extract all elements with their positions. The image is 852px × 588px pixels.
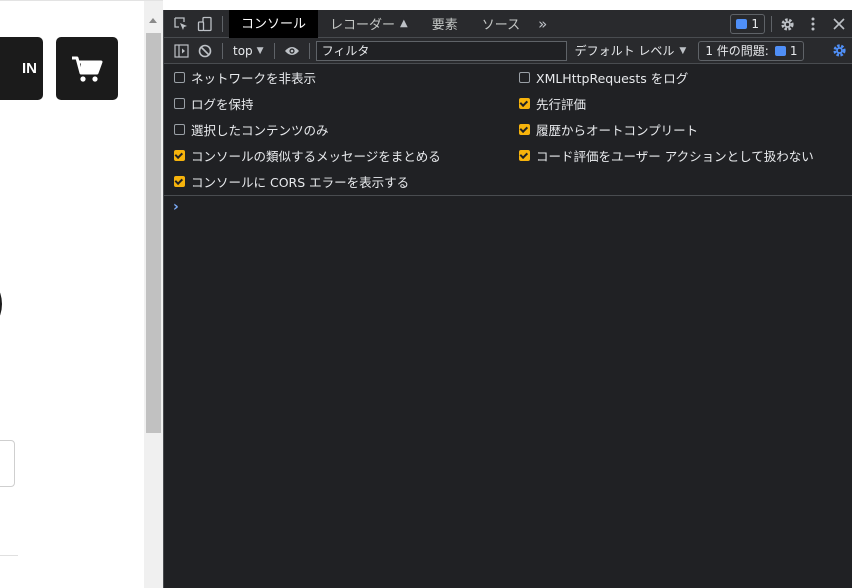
clear-console-icon[interactable] [194,41,216,61]
tab-elements-label: 要素 [431,18,458,33]
setting-label: XMLHttpRequests をログ [536,70,689,86]
console-output[interactable]: › [164,196,852,586]
issues-count: 1 [789,43,798,58]
scroll-thumb[interactable] [146,33,161,433]
inspect-element-icon[interactable] [170,14,192,34]
setting-user-activation-eval[interactable]: コード評価をユーザー アクションとして扱わない [519,142,814,168]
console-settings-gear-icon[interactable] [830,41,848,59]
toolbar-separator [222,42,223,59]
flask-icon: ▲ [400,18,408,29]
login-button-label: IN [22,60,37,77]
tabbar-separator [222,15,223,32]
devtools-panel: コンソール レコーダー ▲ 要素 ソース » 1 top ▼ フィルタ デフォル… [163,9,852,588]
input-fragment[interactable] [0,440,15,487]
tab-sources[interactable]: ソース [470,10,532,38]
checkbox-checked[interactable] [519,123,530,135]
scroll-up-arrow-icon[interactable] [149,18,157,23]
log-levels-label: デフォルト レベル [574,44,675,58]
checkbox-checked[interactable] [519,97,530,109]
context-label: top [233,43,253,58]
kebab-menu-icon[interactable] [800,10,826,38]
device-toolbar-icon[interactable] [194,14,216,34]
toolbar-separator [308,42,310,59]
message-count: 1 [751,17,759,31]
tab-elements[interactable]: 要素 [420,10,470,38]
checkbox-checked[interactable] [174,149,185,161]
messages-badge[interactable]: 1 [730,14,765,34]
issues-button[interactable]: 1 件の問題: 1 [698,40,805,61]
setting-eager-evaluation[interactable]: 先行評価 [519,90,586,116]
setting-label: 先行評価 [536,96,587,112]
cart-icon [72,56,103,82]
page-scrollbar[interactable] [144,0,163,588]
issues-label: 1 件の問題: [705,44,769,58]
issue-bubble-icon [774,45,786,56]
log-levels-dropdown[interactable]: デフォルト レベル ▼ [575,42,687,59]
console-settings-panel: ネットワークを非表示 ログを保持 選択したコンテンツのみ コンソールの類似するメ… [164,64,852,196]
settings-gear-icon[interactable] [774,10,800,38]
context-selector[interactable]: top ▼ [229,44,268,58]
setting-selected-context-only[interactable]: 選択したコンテンツのみ [174,116,329,142]
checkbox-checked[interactable] [174,175,185,187]
setting-show-cors-errors[interactable]: コンソールに CORS エラーを表示する [174,168,409,194]
setting-label: コンソールの類似するメッセージをまとめる [191,148,441,164]
checkbox[interactable] [174,123,185,135]
cart-button[interactable] [56,37,118,100]
divider [0,555,18,556]
checkbox[interactable] [174,97,185,109]
checkbox[interactable] [519,71,530,83]
setting-log-xhr[interactable]: XMLHttpRequests をログ [519,64,688,90]
checkbox[interactable] [174,71,185,83]
tab-console-label: コンソール [241,17,307,32]
setting-preserve-log[interactable]: ログを保持 [174,90,254,116]
setting-group-similar[interactable]: コンソールの類似するメッセージをまとめる [174,142,441,168]
eye-icon[interactable] [281,41,303,61]
setting-autocomplete-history[interactable]: 履歴からオートコンプリート [519,116,698,142]
console-prompt-icon[interactable]: › [173,199,179,215]
checkbox-checked[interactable] [519,149,530,161]
setting-label: ログを保持 [191,96,254,112]
caret-down-icon: ▼ [256,45,264,56]
toolbar-separator [273,42,275,59]
tab-sources-label: ソース [481,18,521,33]
tabbar-separator-right [771,16,772,32]
tab-recorder[interactable]: レコーダー ▲ [318,10,420,38]
message-bubble-icon [736,19,748,29]
setting-hide-network[interactable]: ネットワークを非表示 [174,64,316,90]
caret-down-icon: ▼ [679,45,687,56]
devtools-tabbar: コンソール レコーダー ▲ 要素 ソース » 1 [164,9,852,38]
filter-input[interactable] [315,40,567,61]
tab-recorder-label: レコーダー [330,18,396,33]
setting-label: 選択したコンテンツのみ [191,122,329,138]
more-tabs-icon[interactable]: » [532,15,553,33]
close-icon[interactable] [826,10,852,38]
setting-label: コンソールに CORS エラーを表示する [191,174,410,190]
web-page-area: IN [0,0,144,588]
setting-label: 履歴からオートコンプリート [536,122,699,138]
login-button[interactable]: IN [0,37,43,100]
avatar-fragment [0,277,2,331]
sidebar-toggle-icon[interactable] [170,41,192,61]
console-toolbar: top ▼ デフォルト レベル ▼ 1 件の問題: 1 [164,38,852,64]
setting-label: コード評価をユーザー アクションとして扱わない [536,148,814,164]
tab-console[interactable]: コンソール [229,9,319,38]
setting-label: ネットワークを非表示 [191,70,317,86]
